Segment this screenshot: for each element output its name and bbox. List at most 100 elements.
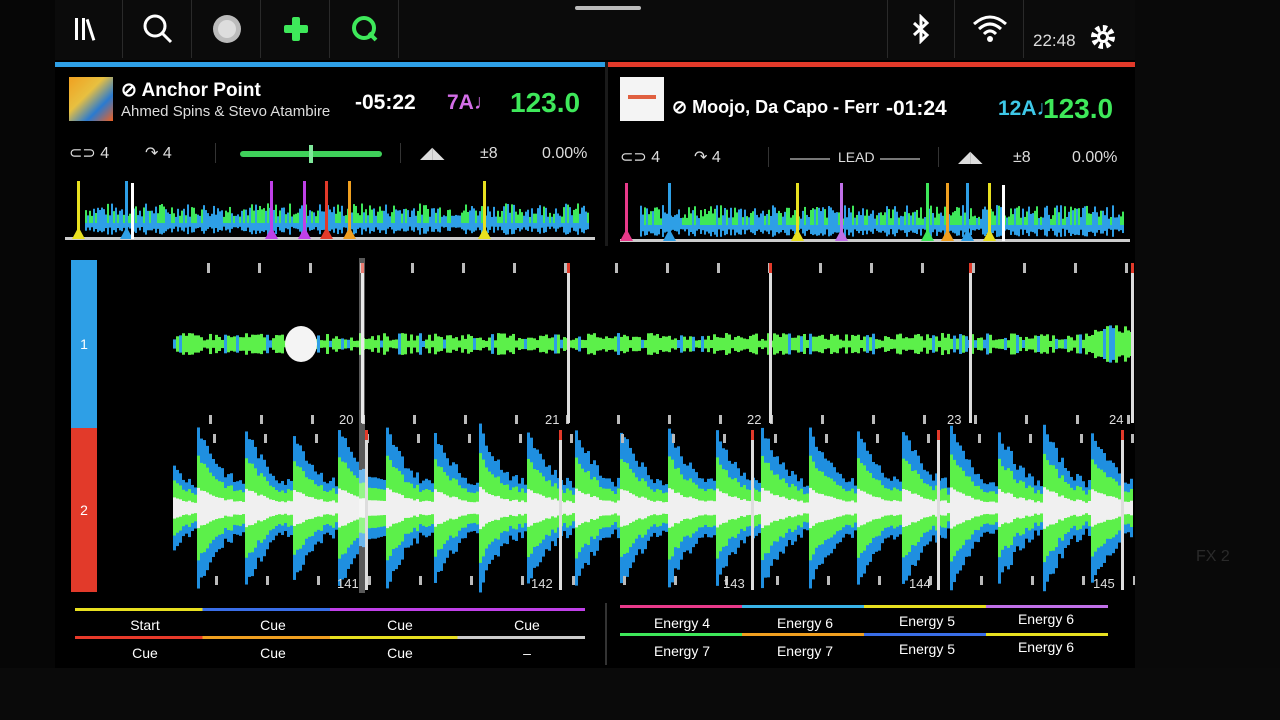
pull-handle[interactable] (575, 6, 641, 10)
overview-bar (479, 211, 481, 223)
overview-bar (393, 205, 395, 223)
deck-1-wave-slice (1121, 332, 1124, 356)
deck-1-wave-slice (635, 336, 638, 352)
overview-bar (732, 225, 734, 230)
overview-bar (389, 223, 391, 228)
deck-2-wave-peak (275, 501, 278, 515)
overview-bar (461, 223, 463, 230)
wifi-button[interactable] (956, 0, 1024, 58)
deck-1-wave-slice (389, 340, 392, 348)
energy-pad-1[interactable]: Energy 4 (622, 615, 742, 631)
deck-2-wave-peak (200, 490, 203, 526)
overview-bar (195, 223, 197, 229)
overview-bar (323, 223, 325, 230)
beat-tick (1023, 263, 1026, 273)
hotcue-pad-3[interactable]: Cue (340, 617, 460, 633)
nudge-icon[interactable]: ◢◣ (958, 147, 983, 167)
deck-1-wave-slice (320, 340, 323, 348)
overview-bar (443, 223, 445, 228)
pitch-fader-handle[interactable] (309, 145, 313, 163)
deck-a-jump[interactable]: ↷ 4 (145, 143, 172, 163)
deck-a-artist: Ahmed Spins & Stevo Atambire (121, 103, 331, 120)
deck-2-wave-peak (482, 489, 485, 527)
deck-1-wave-slice (194, 335, 197, 353)
cue-marker (483, 181, 486, 233)
deck-a-pitch-range[interactable]: ±8 (480, 145, 498, 163)
deck-2-wave-peak (308, 496, 311, 520)
overview-bar (970, 208, 972, 225)
overview-bar (89, 210, 91, 223)
energy-pad-8[interactable]: Energy 6 (986, 639, 1106, 655)
library-button[interactable] (55, 0, 123, 58)
overview-bar (373, 208, 375, 223)
deck-1-wave-slice (1007, 340, 1010, 348)
overview-bar (962, 225, 964, 237)
deck-1-wave-slice (665, 336, 668, 352)
fx2-label: FX 2 (1196, 548, 1230, 565)
hotcue-pad-2[interactable]: Cue (213, 617, 333, 633)
deck-2-wave-peak (542, 495, 545, 521)
overview-bar (1006, 217, 1008, 225)
deck-1-indicator[interactable]: 1 (71, 260, 97, 428)
overview-bar (403, 223, 405, 232)
deck-a-overview-waveform[interactable] (65, 179, 595, 243)
beat-tick (1029, 434, 1032, 443)
energy-pad-4[interactable]: Energy 6 (986, 611, 1106, 627)
main-waveform-area[interactable]: 1 2 20 21 22 23 24 141 142 143 144 145 (67, 258, 1135, 598)
deck-a-loop[interactable]: ⊂⊃ 4 (69, 143, 109, 163)
energy-pad-5[interactable]: Energy 7 (622, 643, 742, 659)
energy-pad-3[interactable]: Energy 5 (867, 613, 987, 629)
overview-bar (868, 215, 870, 225)
energy-pad-7[interactable]: Energy 5 (867, 641, 987, 657)
energy-pad-6[interactable]: Energy 7 (745, 643, 865, 659)
hotcue-pad-8[interactable]: – (467, 645, 587, 661)
overview-bar (772, 225, 774, 237)
overview-bar (952, 225, 954, 233)
deck-2-wave-peak (764, 490, 767, 526)
overview-bar (219, 223, 221, 230)
deck-1-wave-slice (797, 335, 800, 353)
overview-bar (654, 225, 656, 236)
quantize-button[interactable] (331, 0, 399, 58)
deck-1-wave-slice (848, 340, 851, 348)
scrolling-waveform[interactable]: 20 21 22 23 24141 142 143 144 145 (103, 258, 1135, 598)
deck-b-jump[interactable]: ↷ 4 (694, 147, 721, 167)
hotcue-pad-1[interactable]: Start (85, 617, 205, 633)
deck-1-wave-slice (722, 337, 725, 351)
search-button[interactable] (124, 0, 192, 58)
beat-tick (974, 415, 977, 424)
hotcue-pad-6[interactable]: Cue (213, 645, 333, 661)
deck-1-wave-slice (353, 340, 356, 348)
hotcue-pad-5[interactable]: Cue (85, 645, 205, 661)
deck-1-wave-slice (527, 337, 530, 351)
deck-2-wave-peak (335, 502, 338, 514)
overview-bar (1066, 216, 1068, 225)
deck-2-indicator[interactable]: 2 (71, 428, 97, 592)
nudge-icon[interactable]: ◢◣ (420, 143, 445, 163)
settings-button[interactable] (1070, 8, 1135, 66)
overview-bar (199, 223, 201, 228)
energy-pad-2[interactable]: Energy 6 (745, 615, 865, 631)
overview-bar (335, 223, 337, 229)
add-button[interactable] (262, 0, 330, 58)
hotcue-pad-7[interactable]: Cue (340, 645, 460, 661)
overview-bar (1006, 225, 1008, 230)
deck-b-lead[interactable]: LEAD (838, 149, 875, 165)
overview-bar (1102, 210, 1104, 225)
overview-bar (579, 223, 581, 229)
deck-1-wave-slice (1103, 328, 1106, 360)
overview-bar (1032, 225, 1034, 233)
record-button[interactable] (193, 0, 261, 58)
deck-b-pitch-range[interactable]: ±8 (1013, 149, 1031, 167)
deck-b-overview-waveform[interactable] (620, 181, 1130, 245)
overview-bar (283, 223, 285, 233)
deck-b-loop[interactable]: ⊂⊃ 4 (620, 147, 660, 167)
hotcue-pad-4[interactable]: Cue (467, 617, 587, 633)
deck-2-wave-peak (1013, 497, 1016, 519)
overview-bar (1058, 212, 1060, 225)
overview-bar (1054, 207, 1056, 225)
bluetooth-button[interactable] (887, 0, 955, 58)
deck-2-wave-peak (1061, 495, 1064, 521)
deck-2-wave-peak (707, 500, 710, 516)
deck-1-wave-slice (506, 337, 509, 351)
